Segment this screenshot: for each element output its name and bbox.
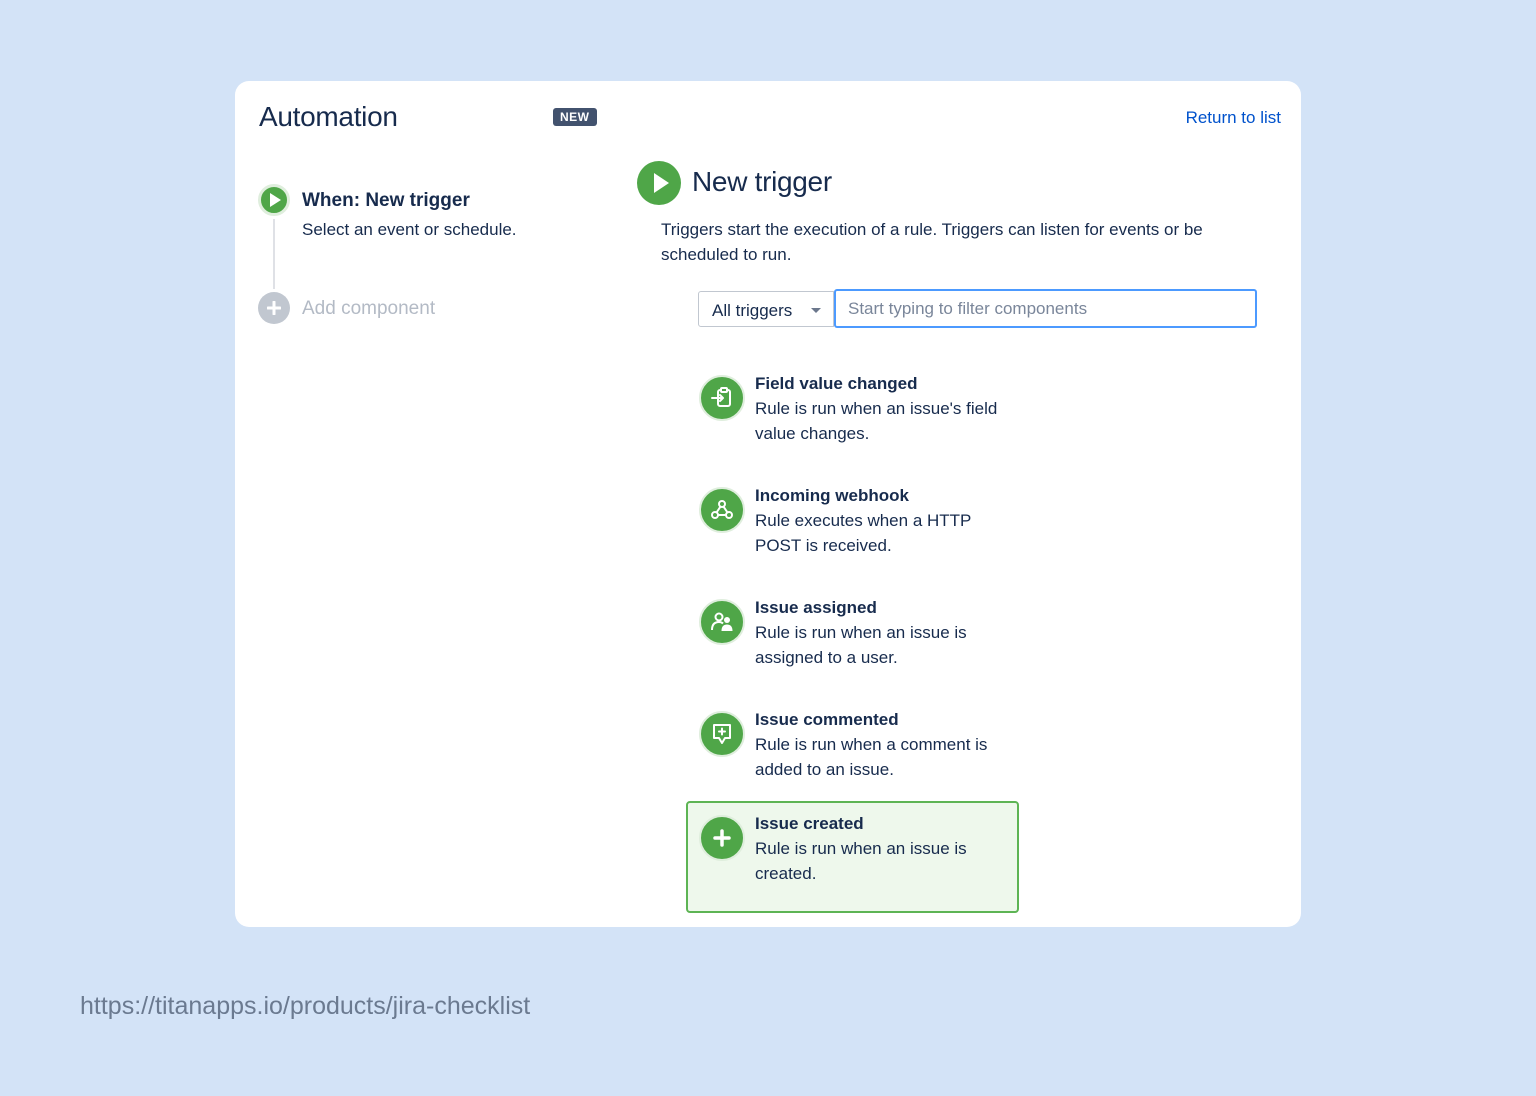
trigger-description: Rule executes when a HTTP POST is receiv… [755, 511, 972, 555]
trigger-description: Rule is run when an issue is created. [755, 839, 967, 883]
user-assign-icon [699, 599, 745, 645]
step-connector [273, 219, 275, 289]
rule-step-subtitle: Select an event or schedule. [302, 220, 517, 239]
play-icon [258, 184, 290, 216]
webhook-icon [699, 487, 745, 533]
source-url: https://titanapps.io/products/jira-check… [80, 992, 531, 1020]
field-change-icon [699, 375, 745, 421]
comment-add-icon [699, 711, 745, 757]
trigger-description: Rule is run when an issue's field value … [755, 399, 998, 443]
plus-circle-icon [258, 292, 290, 324]
trigger-title: Issue created [755, 814, 864, 833]
plus-icon [699, 815, 745, 861]
trigger-issue-commented[interactable]: Issue commented Rule is run when a comme… [686, 696, 1019, 808]
trigger-incoming-webhook[interactable]: Incoming webhook Rule executes when a HT… [686, 472, 1019, 584]
filter-row: All triggers [698, 289, 1257, 328]
select-value: All triggers [712, 301, 793, 320]
panel-title: New trigger [692, 166, 832, 197]
trigger-field-value-changed[interactable]: Field value changed Rule is run when an … [686, 360, 1019, 472]
trigger-title: Field value changed [755, 374, 918, 393]
filter-components-input[interactable] [834, 289, 1257, 328]
trigger-category-select[interactable]: All triggers [698, 291, 834, 327]
add-component-label: Add component [302, 298, 436, 319]
panel-description: Triggers start the execution of a rule. … [661, 220, 1203, 264]
trigger-title: Issue commented [755, 710, 899, 729]
automation-card: Automation NEW Return to list When: New … [235, 81, 1301, 927]
page-title: Automation [259, 101, 398, 132]
trigger-issue-assigned[interactable]: Issue assigned Rule is run when an issue… [686, 584, 1019, 696]
trigger-description: Rule is run when a comment is added to a… [755, 735, 988, 779]
new-badge: NEW [553, 108, 597, 126]
rule-step-title: When: New trigger [302, 190, 470, 211]
return-to-list-link[interactable]: Return to list [1186, 108, 1281, 128]
trigger-title: Incoming webhook [755, 486, 909, 505]
trigger-title: Issue assigned [755, 598, 877, 617]
trigger-issue-created[interactable]: Issue created Rule is run when an issue … [686, 801, 1019, 913]
trigger-description: Rule is run when an issue is assigned to… [755, 623, 967, 667]
play-icon [637, 161, 681, 205]
chevron-down-icon [811, 308, 821, 313]
